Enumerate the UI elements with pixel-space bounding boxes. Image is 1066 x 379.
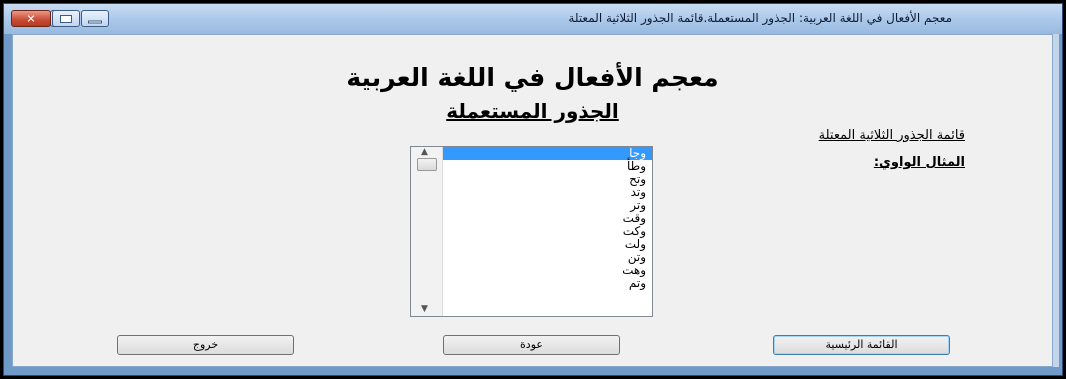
minimize-button[interactable] (81, 10, 109, 27)
back-button[interactable]: عودة (443, 335, 620, 355)
list-item[interactable]: وتد (443, 186, 652, 199)
list-item-selected[interactable]: وجأ (443, 147, 652, 160)
list-item[interactable]: وكت (443, 225, 652, 238)
scroll-down-arrow-icon[interactable]: ▼ (421, 304, 428, 314)
list-item[interactable]: وطأ (443, 160, 652, 173)
listbox-scrollbar[interactable]: ▲ ▼ (411, 147, 443, 316)
close-icon: ✕ (26, 12, 36, 25)
list-item[interactable]: ولت (443, 238, 652, 251)
window-right-edge (1053, 34, 1059, 367)
root-type-label: المثال الواوي: (873, 155, 965, 170)
list-item[interactable]: وتح (443, 173, 652, 186)
title-bar[interactable]: معجم الأفعال في اللغة العربية: الجذور ال… (4, 4, 1062, 34)
page-subtitle: الجذور المستعملة (446, 99, 619, 123)
list-item[interactable]: وتم (443, 277, 652, 290)
window-title: معجم الأفعال في اللغة العربية: الجذور ال… (568, 11, 952, 25)
roots-list-label: قائمة الجذور الثلاثية المعتلة (818, 128, 965, 143)
maximize-button[interactable] (52, 10, 80, 27)
list-item[interactable]: وتن (443, 251, 652, 264)
form-client-area: معجم الأفعال في اللغة العربية الجذور الم… (12, 34, 1053, 367)
main-menu-button[interactable]: القائمة الرئيسية (773, 335, 950, 355)
list-item[interactable]: وتر (443, 199, 652, 212)
close-button[interactable]: ✕ (11, 10, 51, 27)
list-item[interactable]: وقت (443, 212, 652, 225)
exit-button[interactable]: خروج (117, 335, 294, 355)
application-window: معجم الأفعال في اللغة العربية: الجذور ال… (3, 3, 1063, 376)
list-item[interactable]: وهت (443, 264, 652, 277)
minimize-icon (88, 20, 102, 24)
maximize-icon (60, 14, 72, 23)
scrollbar-thumb[interactable] (417, 158, 437, 171)
listbox-items: وجأ وطأ وتح وتد وتر وقت وكت ولت وتن وهت … (443, 147, 652, 316)
scroll-up-arrow-icon[interactable]: ▲ (421, 147, 428, 157)
roots-listbox[interactable]: ▲ ▼ وجأ وطأ وتح وتد وتر وقت وكت ولت وتن … (410, 146, 653, 317)
page-title: معجم الأفعال في اللغة العربية (346, 63, 719, 92)
